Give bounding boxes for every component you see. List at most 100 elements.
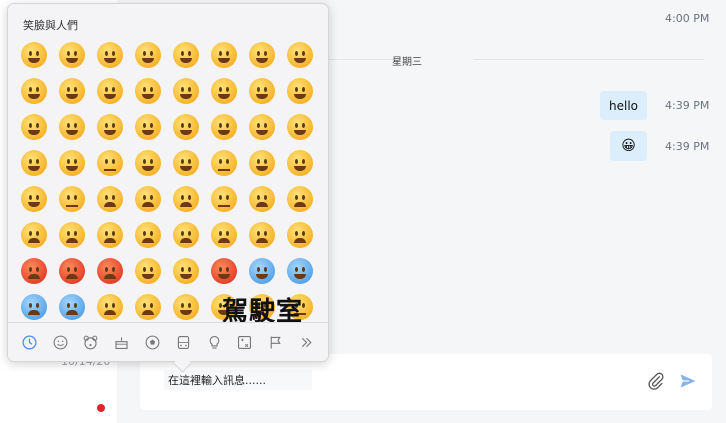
emoji-cell[interactable] [129,253,167,289]
emoji-cell[interactable] [53,109,91,145]
emoji-face [21,114,47,140]
emoji-face [135,258,161,284]
emoji-face [173,186,199,212]
emoji-face [59,114,85,140]
emoji-cell[interactable] [243,109,281,145]
emoji-cell[interactable] [205,145,243,181]
emoji-face [173,114,199,140]
emoji-face [97,186,123,212]
smiley-icon[interactable] [49,331,71,353]
emoji-face [173,294,199,320]
emoji-cell[interactable] [53,37,91,73]
chevron-double-right-icon[interactable] [296,331,318,353]
emoji-cell[interactable] [129,145,167,181]
emoji-cell[interactable] [167,181,205,217]
emoji-cell[interactable] [91,145,129,181]
emoji-cell[interactable] [15,109,53,145]
emoji-face [59,78,85,104]
emoji-cell[interactable] [53,253,91,289]
emoji-cell[interactable] [205,253,243,289]
emoji-cell[interactable] [205,181,243,217]
emoji-cell[interactable] [129,73,167,109]
emoji-face [287,42,313,68]
emoji-cell[interactable] [53,73,91,109]
car-icon[interactable] [172,331,194,353]
message-input[interactable] [164,370,312,390]
emoji-cell[interactable] [167,37,205,73]
emoji-cell[interactable] [15,253,53,289]
emoji-cell[interactable] [91,109,129,145]
emoji-face [135,150,161,176]
emoji-cell[interactable] [91,253,129,289]
emoji-cell[interactable] [129,181,167,217]
emoji-face [135,78,161,104]
emoji-cell[interactable] [167,145,205,181]
emoji-cell[interactable] [281,37,319,73]
emoji-cell[interactable] [167,253,205,289]
emoji-cell[interactable] [243,217,281,253]
emoji-cell[interactable] [53,217,91,253]
emoji-cell[interactable] [243,73,281,109]
symbols-icon[interactable] [234,331,256,353]
emoji-cell[interactable] [167,109,205,145]
emoji-face [59,186,85,212]
emoji-cell[interactable] [91,73,129,109]
emoji-cell[interactable] [15,73,53,109]
emoji-cell[interactable] [167,73,205,109]
emoji-cell[interactable] [15,145,53,181]
message-bubble[interactable]: 😀 [610,131,647,161]
emoji-cell[interactable] [167,289,205,321]
emoji-cell[interactable] [281,181,319,217]
clock-icon[interactable] [18,331,40,353]
paperclip-icon[interactable] [646,371,668,393]
emoji-face [249,42,275,68]
emoji-cell[interactable] [129,217,167,253]
emoji-cell[interactable] [205,217,243,253]
emoji-cell[interactable] [129,37,167,73]
emoji-face [173,150,199,176]
emoji-cell[interactable] [15,289,53,321]
emoji-face [59,42,85,68]
message-time: 4:39 PM [665,140,710,153]
emoji-cell[interactable] [129,109,167,145]
emoji-cell[interactable] [281,109,319,145]
emoji-cell[interactable] [281,145,319,181]
emoji-cell[interactable] [129,289,167,321]
lightbulb-icon[interactable] [203,331,225,353]
flag-icon[interactable] [265,331,287,353]
emoji-cell[interactable] [243,37,281,73]
emoji-cell[interactable] [281,217,319,253]
emoji-cell[interactable] [91,217,129,253]
emoji-cell[interactable] [53,181,91,217]
emoji-face [21,222,47,248]
emoji-cell[interactable] [205,37,243,73]
emoji-face [249,222,275,248]
emoji-cell[interactable] [281,73,319,109]
emoji-face [249,150,275,176]
emoji-cell[interactable] [53,289,91,321]
emoji-cell[interactable] [15,217,53,253]
cake-icon[interactable] [111,331,133,353]
emoji-cell[interactable] [243,181,281,217]
emoji-cell[interactable] [91,181,129,217]
emoji-cell[interactable] [243,145,281,181]
emoji-face [21,78,47,104]
emoji-cell[interactable] [281,253,319,289]
emoji-cell[interactable] [91,37,129,73]
emoji-cell[interactable] [91,289,129,321]
emoji-cell[interactable] [243,253,281,289]
soccer-ball-icon[interactable] [142,331,164,353]
emoji-cell[interactable] [15,37,53,73]
emoji-face [211,222,237,248]
emoji-face [287,150,313,176]
emoji-cell[interactable] [15,181,53,217]
bear-icon[interactable] [80,331,102,353]
emoji-cell[interactable] [205,73,243,109]
emoji-face [97,150,123,176]
emoji-cell[interactable] [205,109,243,145]
emoji-cell[interactable] [167,217,205,253]
send-icon[interactable] [678,371,702,393]
emoji-cell[interactable] [53,145,91,181]
emoji-face [287,258,313,284]
message-bubble[interactable]: hello [600,91,647,120]
